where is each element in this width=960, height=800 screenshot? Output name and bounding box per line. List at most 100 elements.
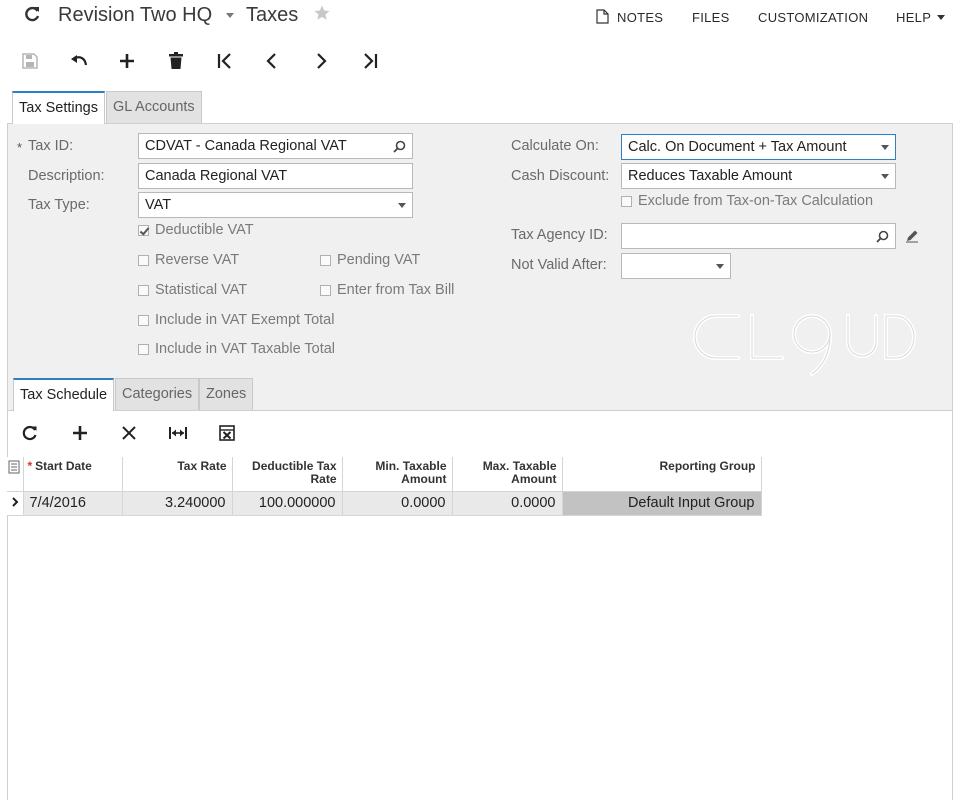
company-title[interactable]: Revision Two HQ: [58, 4, 212, 27]
pending-vat-label: Pending VAT: [337, 252, 421, 268]
calculate-on-select[interactable]: Calc. On Document + Tax Amount: [621, 134, 896, 160]
enter-from-tax-bill-checkbox[interactable]: Enter from Tax Bill: [320, 282, 454, 298]
fit-columns-icon[interactable]: [164, 419, 192, 447]
tax-agency-id-label: Tax Agency ID:: [511, 227, 608, 243]
next-record-icon[interactable]: [307, 47, 335, 75]
column-reporting-group[interactable]: Reporting Group: [562, 457, 762, 492]
min-header-line1: Min. Taxable: [375, 459, 447, 473]
help-link[interactable]: HELP: [896, 10, 931, 25]
delete-icon[interactable]: [162, 47, 190, 75]
description-value: Canada Regional VAT: [145, 168, 288, 184]
notes-icon[interactable]: [596, 9, 609, 24]
cash-discount-select[interactable]: Reduces Taxable Amount: [621, 163, 896, 189]
deductible-header-line2: Rate: [310, 472, 337, 486]
page-title: Taxes: [246, 4, 299, 26]
tax-type-label: Tax Type:: [28, 197, 90, 213]
include-vat-exempt-checkbox[interactable]: Include in VAT Exempt Total: [138, 312, 334, 328]
tab-tax-schedule[interactable]: Tax Schedule: [13, 378, 115, 411]
cell-reporting-group[interactable]: Default Input Group: [562, 491, 762, 516]
delete-row-icon[interactable]: [115, 419, 143, 447]
tax-rate-header: Tax Rate: [177, 459, 227, 473]
required-marker: *: [17, 140, 23, 155]
deductible-header-line1: Deductible Tax: [252, 459, 337, 473]
tab-categories[interactable]: Categories: [115, 378, 200, 411]
favorite-star-icon[interactable]: [313, 4, 331, 22]
tax-id-value: CDVAT - Canada Regional VAT: [145, 138, 347, 154]
cash-discount-label: Cash Discount:: [511, 168, 610, 184]
exclude-tax-on-tax-label: Exclude from Tax-on-Tax Calculation: [638, 193, 874, 209]
checkbox-box[interactable]: [320, 284, 331, 296]
checkbox-box[interactable]: [320, 254, 331, 266]
statistical-vat-label: Statistical VAT: [155, 282, 248, 298]
tax-schedule-grid: * Start Date Tax Rate Deductible Tax Rate …: [7, 457, 762, 516]
checkbox-box[interactable]: [138, 284, 149, 296]
column-deductible-tax-rate[interactable]: Deductible Tax Rate: [232, 457, 343, 492]
include-vat-exempt-label: Include in VAT Exempt Total: [155, 312, 335, 328]
table-row[interactable]: 7/4/2016 3.240000 100.000000 0.0000 0.00…: [7, 491, 762, 516]
files-link[interactable]: FILES: [692, 10, 730, 25]
cell-start-date[interactable]: 7/4/2016: [23, 491, 123, 516]
tax-type-select[interactable]: VAT: [138, 192, 413, 218]
tax-id-label: Tax ID:: [28, 138, 74, 154]
chevron-right-icon: [11, 495, 19, 511]
search-icon[interactable]: [876, 224, 889, 248]
column-tax-rate[interactable]: Tax Rate: [122, 457, 233, 492]
calculate-on-value: Calc. On Document + Tax Amount: [628, 139, 847, 155]
edit-pencil-icon[interactable]: [905, 229, 919, 243]
cell-max-taxable-amount[interactable]: 0.0000: [452, 491, 563, 516]
checkbox-box[interactable]: [621, 195, 632, 207]
tab-tax-settings[interactable]: Tax Settings: [12, 91, 105, 124]
notes-column-icon: [8, 460, 22, 474]
checkbox-box[interactable]: [138, 254, 149, 266]
cloud-logo: [690, 308, 918, 378]
notes-link[interactable]: NOTES: [617, 10, 663, 25]
save-icon[interactable]: [16, 47, 44, 75]
deductible-vat-label: Deductible VAT: [155, 222, 254, 238]
column-min-taxable-amount[interactable]: Min. Taxable Amount: [342, 457, 453, 492]
reporting-group-header: Reporting Group: [659, 459, 756, 473]
calculate-on-label: Calculate On:: [511, 138, 599, 154]
exclude-tax-on-tax-checkbox[interactable]: Exclude from Tax-on-Tax Calculation: [621, 193, 873, 209]
statistical-vat-checkbox[interactable]: Statistical VAT: [138, 282, 247, 298]
deductible-vat-checkbox[interactable]: Deductible VAT: [138, 222, 254, 238]
tax-agency-id-input[interactable]: [621, 223, 896, 249]
column-start-date[interactable]: * Start Date: [23, 457, 123, 492]
description-input[interactable]: Canada Regional VAT: [138, 163, 413, 189]
checkbox-box[interactable]: [138, 314, 149, 326]
not-valid-after-input[interactable]: [621, 253, 731, 279]
help-dropdown-icon[interactable]: [937, 15, 945, 20]
pending-vat-checkbox[interactable]: Pending VAT: [320, 252, 420, 268]
column-max-taxable-amount[interactable]: Max. Taxable Amount: [452, 457, 563, 492]
reverse-vat-checkbox[interactable]: Reverse VAT: [138, 252, 239, 268]
not-valid-after-label: Not Valid After:: [511, 257, 607, 273]
cell-tax-rate[interactable]: 3.240000: [122, 491, 233, 516]
include-vat-taxable-checkbox[interactable]: Include in VAT Taxable Total: [138, 341, 335, 357]
min-header-line2: Amount: [401, 472, 447, 486]
row-selector[interactable]: [7, 491, 24, 516]
undo-icon[interactable]: [65, 47, 93, 75]
tab-gl-accounts[interactable]: GL Accounts: [106, 91, 202, 124]
row-selector-header[interactable]: [7, 457, 24, 492]
enter-from-tax-bill-label: Enter from Tax Bill: [337, 282, 455, 298]
company-dropdown-icon[interactable]: [226, 13, 234, 18]
previous-record-icon[interactable]: [258, 47, 286, 75]
export-excel-icon[interactable]: [213, 419, 241, 447]
tab-zones[interactable]: Zones: [199, 378, 254, 411]
max-header-line2: Amount: [511, 472, 557, 486]
first-record-icon[interactable]: [211, 47, 239, 75]
cell-min-taxable-amount[interactable]: 0.0000: [342, 491, 453, 516]
start-date-header: Start Date: [35, 459, 92, 473]
add-row-icon[interactable]: [66, 419, 94, 447]
cash-discount-value: Reduces Taxable Amount: [628, 168, 793, 184]
add-icon[interactable]: [113, 47, 141, 75]
refresh-icon[interactable]: [22, 4, 42, 24]
max-header-line1: Max. Taxable: [482, 459, 557, 473]
cell-deductible-tax-rate[interactable]: 100.000000: [232, 491, 343, 516]
search-icon[interactable]: [393, 134, 406, 158]
checkbox-box[interactable]: [138, 343, 149, 355]
customization-link[interactable]: CUSTOMIZATION: [758, 10, 868, 25]
tax-id-input[interactable]: CDVAT - Canada Regional VAT: [138, 133, 413, 159]
checkbox-box[interactable]: [138, 224, 149, 236]
grid-refresh-icon[interactable]: [16, 419, 44, 447]
last-record-icon[interactable]: [356, 47, 384, 75]
